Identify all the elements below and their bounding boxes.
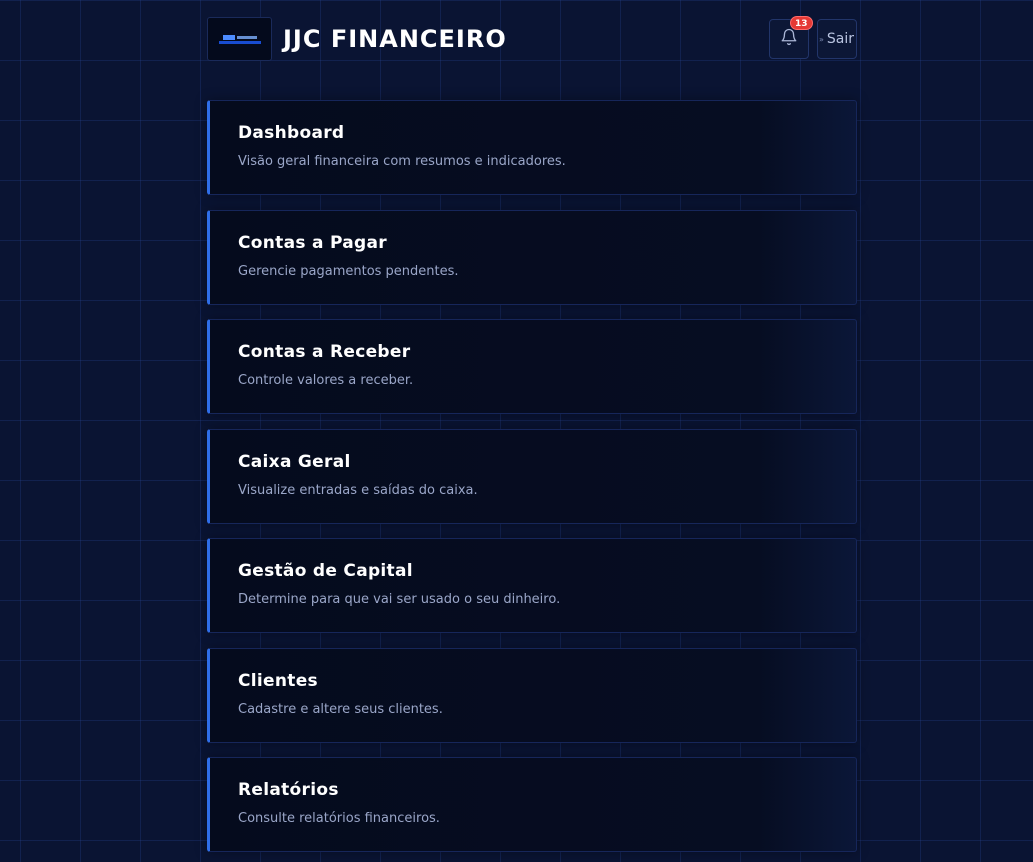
menu-card-title: Contas a Pagar <box>238 232 387 253</box>
app-title: JJC FINANCEIRO <box>283 25 507 53</box>
menu-card-title: Contas a Receber <box>238 342 411 362</box>
jjc-logo-icon <box>218 32 261 46</box>
menu-card-description: Determine para que vai ser usado o seu d… <box>238 592 561 607</box>
menu-card-description: Consulte relatórios financeiros. <box>238 811 440 826</box>
notification-count-badge: 13 <box>790 16 813 30</box>
logout-button[interactable]: » Sair <box>817 19 857 59</box>
menu-card-list: Dashboard Visão geral financeira com res… <box>207 100 857 862</box>
logout-label: Sair <box>826 31 855 47</box>
menu-card-description: Gerencie pagamentos pendentes. <box>238 263 459 279</box>
menu-card-dashboard[interactable]: Dashboard Visão geral financeira com res… <box>207 100 857 195</box>
app-logo[interactable] <box>207 17 272 61</box>
menu-card-description: Controle valores a receber. <box>238 373 414 388</box>
menu-card-contas-a-pagar[interactable]: Contas a Pagar Gerencie pagamentos pende… <box>207 209 857 305</box>
menu-card-caixa-geral[interactable]: Caixa Geral Visualize entradas e saídas … <box>207 428 857 524</box>
menu-card-gestao-de-capital[interactable]: Gestão de Capital Determine para que vai… <box>207 538 857 633</box>
menu-card-description: Cadastre e altere seus clientes. <box>238 701 443 717</box>
menu-card-title: Gestão de Capital <box>238 561 413 581</box>
menu-card-title: Relatórios <box>238 780 339 800</box>
bell-icon <box>780 28 798 50</box>
menu-card-title: Clientes <box>238 670 318 691</box>
menu-card-relatorios[interactable]: Relatórios Consulte relatórios financeir… <box>207 757 857 852</box>
menu-card-clientes[interactable]: Clientes Cadastre e altere seus clientes… <box>207 647 857 743</box>
menu-card-description: Visão geral financeira com resumos e ind… <box>238 154 566 169</box>
menu-card-contas-a-receber[interactable]: Contas a Receber Controle valores a rece… <box>207 319 857 414</box>
app-header: JJC FINANCEIRO 13 » Sair <box>207 16 857 61</box>
menu-card-description: Visualize entradas e saídas do caixa. <box>238 482 478 498</box>
chevron-right-double-icon: » <box>819 34 824 44</box>
menu-card-title: Dashboard <box>238 123 345 143</box>
menu-card-title: Caixa Geral <box>238 451 351 472</box>
